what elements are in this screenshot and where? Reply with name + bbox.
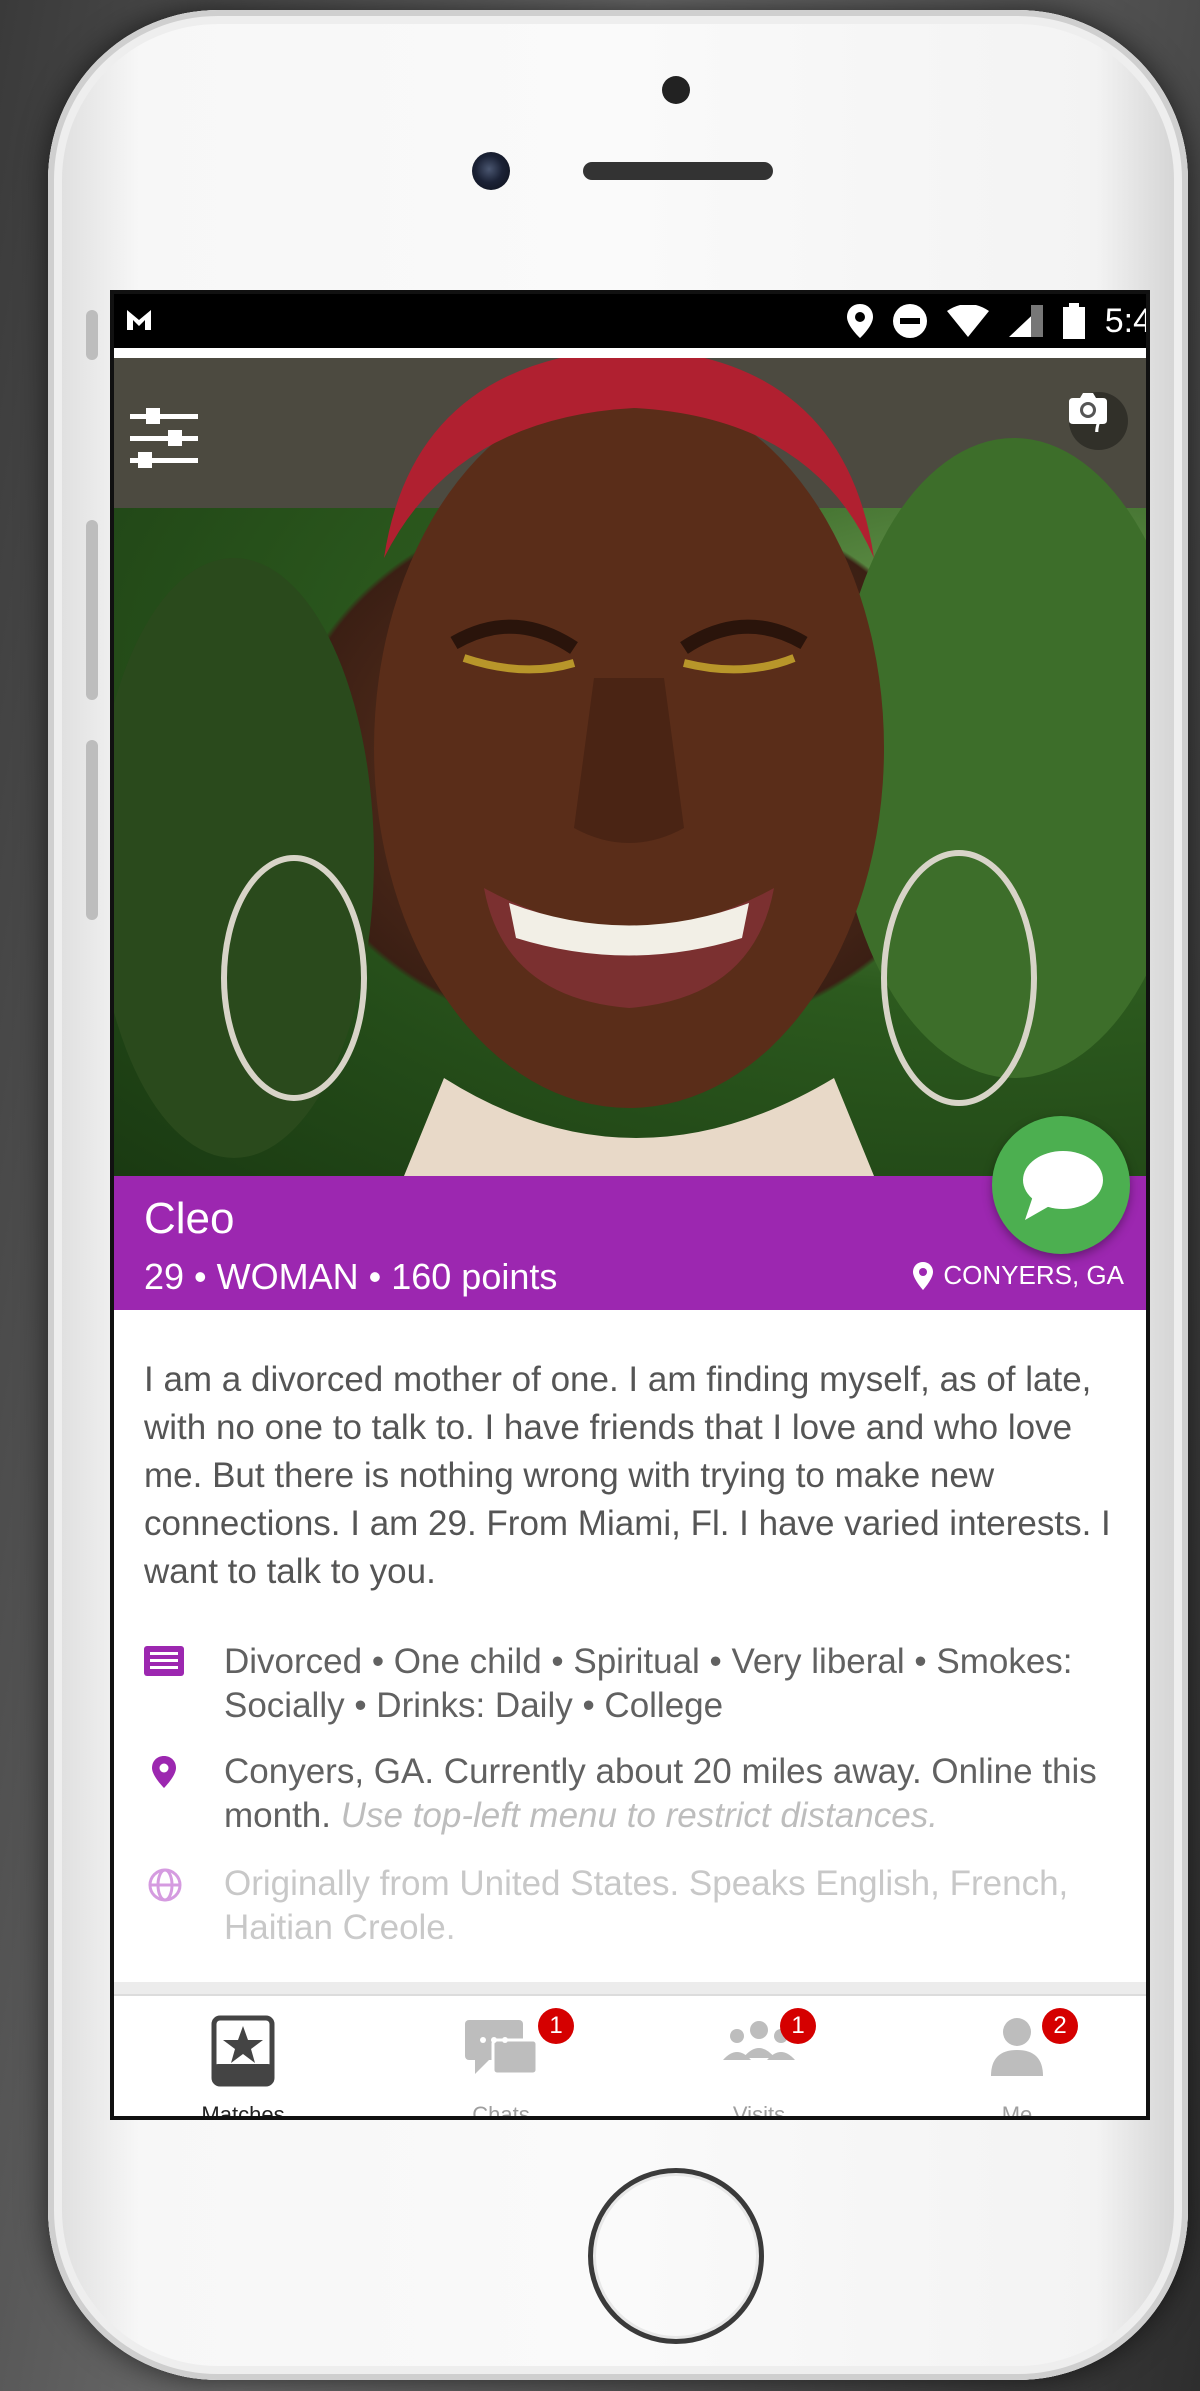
filter-button[interactable] bbox=[124, 398, 204, 478]
app-screen: 5:4 Cleo 29 • WOMAN • 160 points CONYERS… bbox=[110, 290, 1150, 2120]
nav-me[interactable]: 2 Me bbox=[888, 1996, 1146, 2120]
globe-icon bbox=[148, 1868, 182, 1902]
map-pin-icon bbox=[152, 1756, 176, 1788]
earpiece-speaker bbox=[583, 162, 773, 180]
do-not-disturb-icon bbox=[892, 304, 927, 338]
profile-meta: 29 • WOMAN • 160 points bbox=[144, 1256, 558, 1297]
bottom-navigation: Matches 1 Chats 1 Visits 2 Me bbox=[114, 1994, 1146, 2120]
volume-down-button bbox=[86, 740, 98, 920]
camera-icon bbox=[1069, 393, 1108, 424]
visits-badge: 1 bbox=[780, 2008, 816, 2044]
profile-bio: I am a divorced mother of one. I am find… bbox=[144, 1360, 1111, 1591]
nav-label-matches: Matches bbox=[201, 2102, 285, 2120]
volume-up-button bbox=[86, 520, 98, 700]
profile-photo-illustration bbox=[114, 358, 1146, 1176]
chat-bubble-icon bbox=[1023, 1151, 1103, 1220]
start-chat-button[interactable] bbox=[992, 1116, 1130, 1254]
cards-star-icon bbox=[211, 2015, 275, 2087]
id-card-icon bbox=[144, 1646, 184, 1676]
proximity-sensor bbox=[662, 76, 690, 104]
chat-icon bbox=[465, 2020, 539, 2076]
status-bar: 5:4 bbox=[114, 294, 1146, 348]
lifestyle-text: Divorced • One child • Spiritual • Very … bbox=[224, 1642, 1073, 1725]
profile-photo[interactable]: 7 bbox=[114, 358, 1146, 1176]
cell-signal-icon bbox=[1008, 305, 1043, 337]
home-button[interactable] bbox=[588, 2168, 764, 2344]
profile-name: Cleo bbox=[144, 1194, 235, 1243]
map-pin-icon bbox=[913, 1261, 934, 1290]
mute-switch bbox=[86, 310, 98, 360]
profile-location: CONYERS, GA bbox=[913, 1260, 1124, 1291]
distance-hint: Use top-left menu to restrict distances. bbox=[340, 1796, 938, 1835]
nav-label-visits: Visits bbox=[732, 2102, 786, 2120]
nav-matches[interactable]: Matches bbox=[114, 1996, 372, 2120]
sliders-icon bbox=[130, 408, 198, 468]
app-notification-icon bbox=[124, 304, 154, 342]
battery-icon bbox=[1062, 303, 1085, 339]
lifestyle-details: Divorced • One child • Spiritual • Very … bbox=[144, 1640, 1124, 1728]
nav-label-chats: Chats bbox=[472, 2102, 530, 2120]
location-status-icon bbox=[846, 304, 873, 338]
profile-header: Cleo 29 • WOMAN • 160 points CONYERS, GA bbox=[114, 1176, 1146, 1310]
chats-badge: 1 bbox=[538, 2008, 574, 2044]
nav-chats[interactable]: 1 Chats bbox=[372, 1996, 630, 2120]
front-camera bbox=[472, 152, 510, 190]
wifi-icon bbox=[946, 305, 989, 337]
nav-label-me: Me bbox=[1001, 2102, 1033, 2120]
status-time: 5:4 bbox=[1104, 301, 1150, 340]
nav-visits[interactable]: 1 Visits bbox=[630, 1996, 888, 2120]
photo-count-button[interactable]: 7 bbox=[1069, 392, 1128, 450]
me-badge: 2 bbox=[1042, 2008, 1078, 2044]
profile-location-text: CONYERS, GA bbox=[943, 1260, 1124, 1290]
distance-details: Conyers, GA. Currently about 20 miles aw… bbox=[144, 1750, 1124, 1838]
scroll-divider bbox=[114, 1982, 1146, 1994]
person-icon bbox=[991, 2018, 1043, 2076]
